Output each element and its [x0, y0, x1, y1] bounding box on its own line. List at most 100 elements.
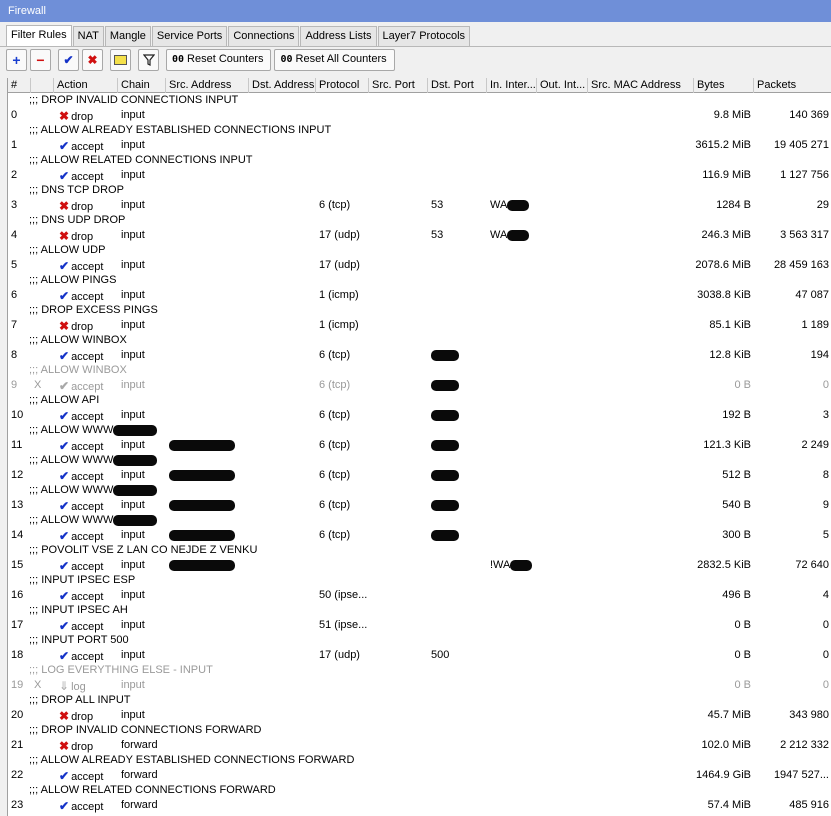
table-row[interactable]: 19 X ⇓ log input 0 B0	[8, 678, 831, 693]
table-row[interactable]: 12 ✔ accept input 6 (tcp) 512 B8	[8, 468, 831, 483]
table-row[interactable]: 16 ✔ accept input 50 (ipse... 496 B4	[8, 588, 831, 603]
comment-button[interactable]	[110, 49, 131, 71]
disable-button[interactable]: ✖	[82, 49, 103, 71]
redacted-block	[113, 424, 158, 436]
table-row[interactable]: 22 ✔ accept forward 1464.9 GiB 1947 527...	[8, 768, 831, 783]
rule-in-interface	[487, 378, 537, 393]
rule-action: ✔ accept	[54, 498, 118, 513]
rule-src-mac	[588, 378, 694, 393]
tab-filter-rules[interactable]: Filter Rules	[6, 25, 72, 47]
rule-flag	[31, 588, 54, 603]
note-icon	[114, 55, 127, 65]
rule-chain: input	[121, 529, 145, 541]
col-bytes[interactable]: Bytes	[694, 78, 754, 93]
tab-address-lists[interactable]: Address Lists	[300, 26, 377, 47]
rule-dst-port	[428, 738, 487, 753]
rule-packets: 343 980	[789, 709, 829, 721]
col-number[interactable]: #	[8, 78, 31, 93]
col-in-interface[interactable]: In. Inter...	[487, 78, 537, 93]
table-row[interactable]: 23 ✔ accept forward 57.4 MiB 485 916	[8, 798, 831, 813]
rule-comment: ;;; DROP INVALID CONNECTIONS INPUT	[8, 93, 831, 108]
rule-src-address	[166, 108, 249, 123]
remove-button[interactable]: −	[30, 49, 51, 71]
comment-text: ;;; ALLOW UDP	[29, 244, 106, 256]
rule-protocol	[316, 708, 369, 723]
table-body: ;;; DROP INVALID CONNECTIONS INPUT 0 ✖ drop…	[8, 93, 831, 813]
rule-number: 14	[11, 529, 24, 541]
col-protocol[interactable]: Protocol	[316, 78, 369, 93]
comment-text: ;;; DROP INVALID CONNECTIONS INPUT	[29, 94, 239, 106]
table-row[interactable]: 8 ✔ accept input 6 (tcp) 12.8 KiB 194	[8, 348, 831, 363]
col-dst-address[interactable]: Dst. Address	[249, 78, 316, 93]
tab-mangle[interactable]: Mangle	[104, 26, 151, 47]
col-chain[interactable]: Chain	[118, 78, 166, 93]
enable-button[interactable]: ✔	[58, 49, 79, 71]
table-row[interactable]: 14 ✔ accept input 6 (tcp) 300 B5	[8, 528, 831, 543]
rule-out-interface	[537, 708, 588, 723]
table-row[interactable]: 21 ✖ drop forward 102.0 MiB 2 212 332	[8, 738, 831, 753]
rule-src-port	[369, 438, 428, 453]
rule-src-address	[166, 558, 249, 573]
rule-comment: ;;; ALLOW WINBOX	[8, 363, 831, 378]
col-flags[interactable]	[31, 78, 54, 93]
rule-src-port	[369, 198, 428, 213]
rule-action: ✔ accept	[54, 408, 118, 423]
table-row[interactable]: 11 ✔ accept input 6 (tcp) 121.3 KiB 2 249	[8, 438, 831, 453]
x-icon: ✖	[59, 319, 70, 333]
table-row[interactable]: 17 ✔ accept input 51 (ipse... 0 B0	[8, 618, 831, 633]
table-row[interactable]: 4 ✖ drop input 17 (udp) 53 WA 246.3 MiB 3 563 31…	[8, 228, 831, 243]
rule-in-interface	[487, 138, 537, 153]
table-row[interactable]: 1 ✔ accept input 3615.2 MiB 19 405 271	[8, 138, 831, 153]
col-src-mac[interactable]: Src. MAC Address	[588, 78, 694, 93]
table-row[interactable]: 13 ✔ accept input 6 (tcp) 540 B9	[8, 498, 831, 513]
check-icon: ✔	[59, 589, 70, 603]
rule-src-mac	[588, 798, 694, 813]
tab-nat[interactable]: NAT	[72, 26, 104, 47]
col-src-port[interactable]: Src. Port	[369, 78, 428, 93]
action-label: accept	[71, 291, 104, 303]
table-row[interactable]: 6 ✔ accept input 1 (icmp) 3038.8 KiB 47 087	[8, 288, 831, 303]
rule-in-interface	[487, 288, 537, 303]
table-row[interactable]: 5 ✔ accept input 17 (udp) 2078.6 MiB 28 459 16…	[8, 258, 831, 273]
col-action[interactable]: Action	[54, 78, 118, 93]
rule-src-mac	[588, 768, 694, 783]
rule-chain: input	[121, 709, 145, 721]
rule-src-port	[369, 258, 428, 273]
rule-comment: ;;; ALLOW RELATED CONNECTIONS FORWARD	[8, 783, 831, 798]
rule-out-interface	[537, 438, 588, 453]
tab-layer7-protocols[interactable]: Layer7 Protocols	[377, 26, 471, 47]
table-row[interactable]: 0 ✖ drop input 9.8 MiB 140 369	[8, 108, 831, 123]
table-row[interactable]: 7 ✖ drop input 1 (icmp) 85.1 KiB 1 189	[8, 318, 831, 333]
rule-src-port	[369, 528, 428, 543]
rule-in-interface	[487, 618, 537, 633]
col-packets[interactable]: Packets	[754, 78, 831, 93]
reset-counters-button[interactable]: 00 Reset Counters	[166, 49, 272, 71]
redacted-block	[431, 379, 459, 391]
reset-all-counters-button[interactable]: 00 Reset All Counters	[274, 49, 395, 71]
table-row[interactable]: 9 X ✔ accept input 6 (tcp) 0 B0	[8, 378, 831, 393]
rule-comment: ;;; ALLOW WINBOX	[8, 333, 831, 348]
table-row[interactable]: 2 ✔ accept input 116.9 MiB 1 127 756	[8, 168, 831, 183]
rule-action: ✔ accept	[54, 768, 118, 783]
rule-src-mac	[588, 648, 694, 663]
rule-in-interface	[487, 468, 537, 483]
table-row[interactable]: 20 ✖ drop input 45.7 MiB 343 980	[8, 708, 831, 723]
rule-in-interface	[487, 648, 537, 663]
table-row[interactable]: 3 ✖ drop input 6 (tcp) 53 WA 1284 B 29	[8, 198, 831, 213]
col-dst-port[interactable]: Dst. Port	[428, 78, 487, 93]
table-row[interactable]: 18 ✔ accept input 17 (udp) 500 0 B0	[8, 648, 831, 663]
add-button[interactable]: +	[6, 49, 27, 71]
rule-dst-port	[428, 138, 487, 153]
rule-protocol: 51 (ipse...	[319, 619, 368, 631]
col-out-interface[interactable]: Out. Int...	[537, 78, 588, 93]
redacted-block	[510, 559, 533, 571]
tab-service-ports[interactable]: Service Ports	[151, 26, 228, 47]
col-src-address[interactable]: Src. Address	[166, 78, 249, 93]
filter-button[interactable]	[138, 49, 159, 71]
table-row[interactable]: 15 ✔ accept input !WA 2832.5 KiB 72 640	[8, 558, 831, 573]
tab-connections[interactable]: Connections	[228, 26, 300, 47]
table-row[interactable]: 10 ✔ accept input 6 (tcp) 192 B3	[8, 408, 831, 423]
rule-flag	[31, 138, 54, 153]
rule-src-mac	[588, 168, 694, 183]
rules-table[interactable]: # Action Chain Src. Address Dst. Address…	[7, 78, 831, 816]
